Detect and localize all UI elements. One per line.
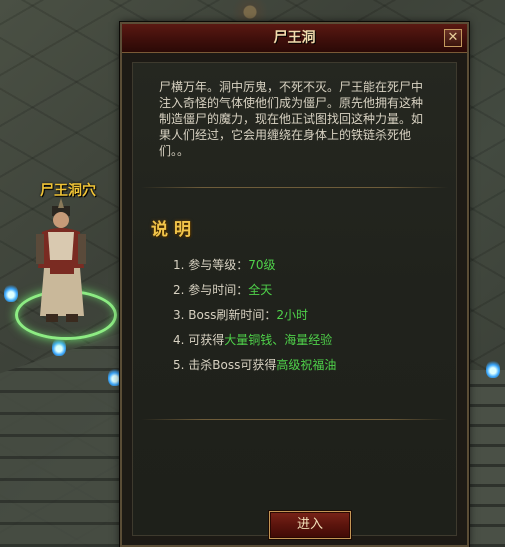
rule-label: 2. 参与时间： <box>173 283 249 297</box>
rule-label: 3. Boss刷新时间： <box>173 308 277 322</box>
dialog-title-bar[interactable]: 尸王洞 ✕ <box>122 24 467 53</box>
rules-list: 1. 参与等级：70级 2. 参与时间：全天 3. Boss刷新时间：2小时 4… <box>173 257 443 382</box>
dialog-title: 尸王洞 <box>273 30 316 46</box>
rule-level: 1. 参与等级：70级 <box>173 257 443 282</box>
divider <box>141 187 448 188</box>
npc-character[interactable] <box>28 198 98 328</box>
blue-flame-icon <box>52 338 66 356</box>
rule-time: 2. 参与时间：全天 <box>173 282 443 307</box>
rule-value: 2小时 <box>276 308 308 322</box>
rule-value: 高级祝福油 <box>276 358 337 372</box>
enter-button[interactable]: 进入 <box>269 511 351 539</box>
close-icon: ✕ <box>447 30 459 45</box>
rule-value: 大量铜钱、海量经验 <box>224 333 333 347</box>
rule-boss-refresh: 3. Boss刷新时间：2小时 <box>173 307 443 332</box>
rule-boss-reward: 5. 击杀Boss可获得高级祝福油 <box>173 357 443 382</box>
close-button[interactable]: ✕ <box>444 29 462 47</box>
blue-flame-icon <box>4 284 18 302</box>
rule-label: 4. 可获得 <box>173 333 225 347</box>
section-title: 说明 <box>151 220 197 240</box>
rule-label: 5. 击杀Boss可获得 <box>173 358 277 372</box>
blue-flame-icon <box>486 360 500 378</box>
rule-label: 1. 参与等级： <box>173 258 249 272</box>
rule-rewards: 4. 可获得大量铜钱、海量经验 <box>173 332 443 357</box>
dungeon-dialog: 尸王洞 ✕ 尸横万年。洞中厉鬼，不死不灭。尸王能在死尸中注入奇怪的气体使他们成为… <box>120 22 469 547</box>
divider <box>141 419 448 420</box>
scene-ornament <box>215 0 285 20</box>
npc-name-label: 尸王洞穴 <box>40 183 96 199</box>
rule-value: 全天 <box>248 283 273 297</box>
rule-value: 70级 <box>248 258 276 272</box>
dungeon-description: 尸横万年。洞中厉鬼，不死不灭。尸王能在死尸中注入奇怪的气体使他们成为僵尸。原先他… <box>159 80 424 158</box>
dialog-content-panel: 尸横万年。洞中厉鬼，不死不灭。尸王能在死尸中注入奇怪的气体使他们成为僵尸。原先他… <box>132 62 457 539</box>
